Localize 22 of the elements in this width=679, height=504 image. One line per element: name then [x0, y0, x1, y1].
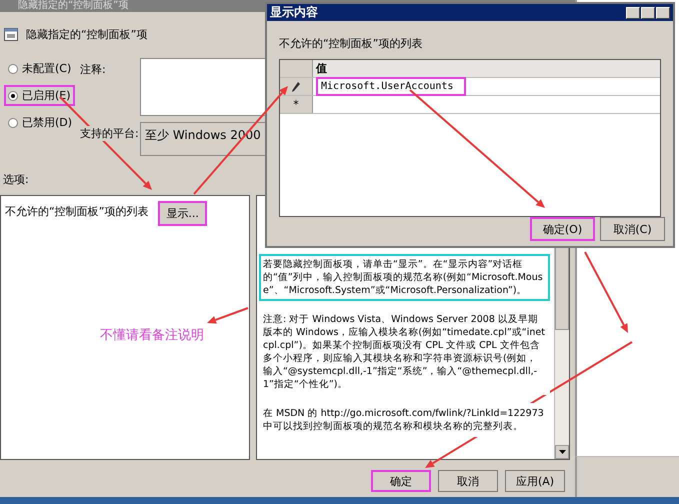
dialog-button[interactable]: 取消 — [438, 470, 498, 492]
list-label: 不允许的“控制面板”项的列表 — [278, 36, 424, 52]
scroll-down-icon[interactable] — [558, 450, 566, 454]
value-cell[interactable]: Microsoft.UserAccounts — [316, 77, 466, 96]
arrow — [207, 307, 248, 324]
column-header: 值 — [314, 61, 328, 77]
show-button[interactable]: 显示... — [158, 201, 207, 226]
field-label: 支持的平台: — [80, 126, 140, 141]
dialog-button[interactable]: 应用(A) — [505, 470, 565, 492]
dialog-button[interactable]: 确定 — [371, 470, 431, 492]
dialog-button[interactable]: 取消(C) — [600, 217, 665, 242]
new-row-marker: * — [280, 96, 313, 113]
radio-option[interactable]: 已禁用(D) — [4, 112, 76, 133]
radio-option[interactable]: 未配置(C) — [4, 58, 76, 79]
policy-title: 隐藏指定的“控制面板”项 — [26, 26, 148, 42]
dialog-button[interactable]: 确定(O) — [530, 217, 595, 242]
annotation-note: 不懂请看备注说明 — [100, 327, 204, 344]
pencil-icon — [292, 82, 300, 92]
option-label: 不允许的“控制面板”项的列表 — [5, 204, 148, 219]
help-paragraph: 若要隐藏控制面板项，请单击“显示”。在“显示内容”对话框的“值”列中，输入控制面板项的规范名称(例如“Microsoft.Mouse”、“Microsoft.System”或“Microsoft.Personalization”)。 — [259, 254, 550, 301]
policy-icon — [4, 28, 18, 40]
section-label: 选项: — [2, 172, 30, 188]
